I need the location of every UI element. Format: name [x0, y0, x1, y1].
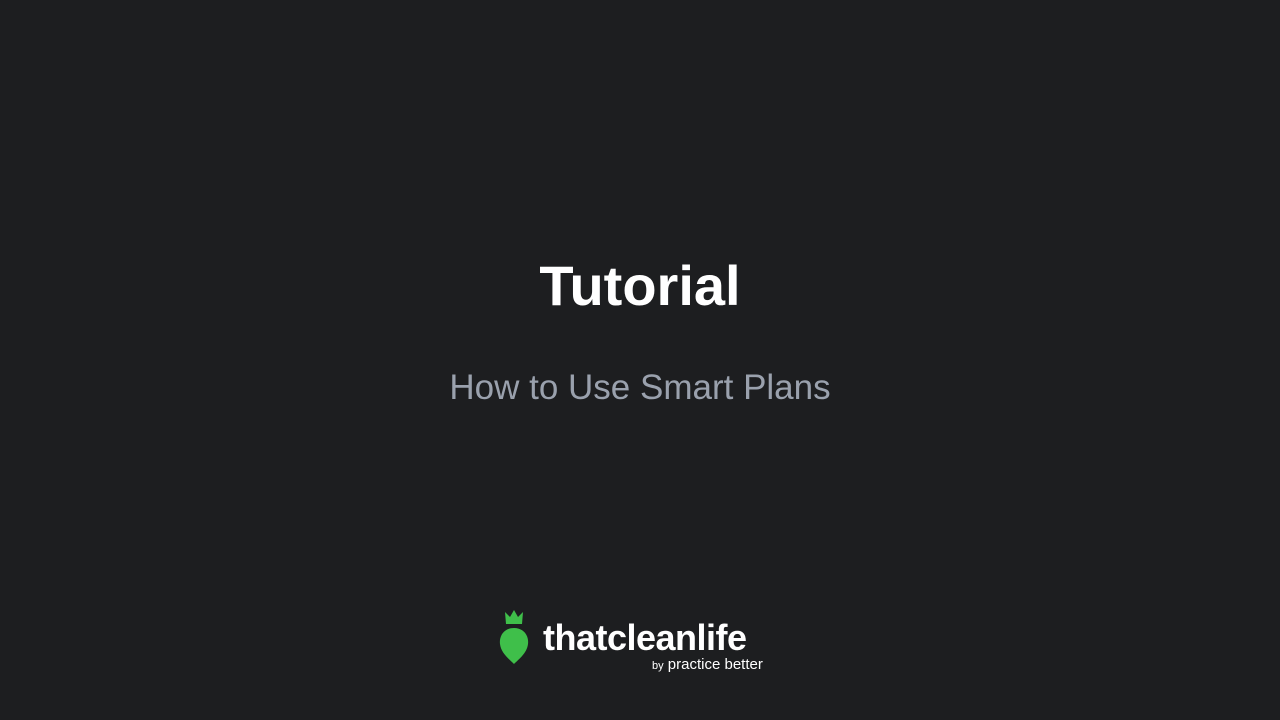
green-vegetable-icon — [499, 610, 529, 664]
logo-tagline: by practice better — [652, 656, 763, 675]
slide-title: Tutorial — [539, 254, 741, 317]
slide-subtitle: How to Use Smart Plans — [449, 368, 831, 407]
logo-wordmark: thatcleanlife — [543, 617, 747, 658]
logo-tagline-by: by — [652, 660, 664, 672]
brand-logo: thatcleanlife by practice better — [497, 608, 787, 676]
logo-tagline-brand: practice better — [667, 656, 763, 673]
video-frame: Tutorial How to Use Smart Plans thatclea… — [0, 0, 1280, 720]
